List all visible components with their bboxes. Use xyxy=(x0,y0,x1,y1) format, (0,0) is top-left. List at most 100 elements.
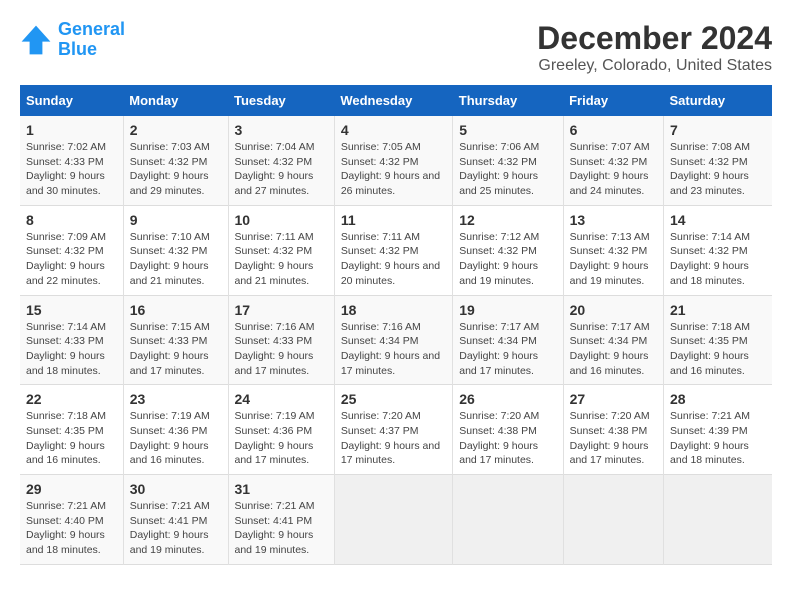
day-number: 17 xyxy=(235,302,328,318)
logo-icon xyxy=(20,24,52,56)
day-number: 30 xyxy=(130,481,222,497)
calendar-week-2: 8 Sunrise: 7:09 AMSunset: 4:32 PMDaylight… xyxy=(20,205,772,295)
calendar-cell: 3Sunrise: 7:04 AMSunset: 4:32 PMDaylight… xyxy=(228,116,334,205)
calendar-cell: 21 Sunrise: 7:18 AMSunset: 4:35 PMDayligh… xyxy=(664,295,772,385)
calendar-cell: 8 Sunrise: 7:09 AMSunset: 4:32 PMDaylight… xyxy=(20,205,123,295)
day-number: 24 xyxy=(235,391,328,407)
day-info: Sunrise: 7:14 AMSunset: 4:33 PMDaylight:… xyxy=(26,320,117,379)
day-number: 3 xyxy=(235,122,328,138)
day-info: Sunrise: 7:16 AMSunset: 4:33 PMDaylight:… xyxy=(235,320,328,379)
calendar-week-3: 15Sunrise: 7:14 AMSunset: 4:33 PMDayligh… xyxy=(20,295,772,385)
calendar-body: 1 Sunrise: 7:02 AMSunset: 4:33 PMDaylight… xyxy=(20,116,772,564)
calendar-cell: 4 Sunrise: 7:05 AMSunset: 4:32 PMDaylight… xyxy=(334,116,452,205)
calendar-cell: 15Sunrise: 7:14 AMSunset: 4:33 PMDayligh… xyxy=(20,295,123,385)
calendar-cell xyxy=(334,475,452,565)
calendar-cell: 18Sunrise: 7:16 AMSunset: 4:34 PMDayligh… xyxy=(334,295,452,385)
calendar-cell xyxy=(453,475,563,565)
day-number: 27 xyxy=(570,391,657,407)
day-number: 9 xyxy=(130,212,222,228)
logo: General Blue xyxy=(20,20,125,60)
header-saturday: Saturday xyxy=(664,85,772,116)
day-number: 26 xyxy=(459,391,556,407)
day-info: Sunrise: 7:10 AMSunset: 4:32 PMDaylight:… xyxy=(130,230,222,289)
day-number: 21 xyxy=(670,302,766,318)
day-info: Sunrise: 7:18 AMSunset: 4:35 PMDaylight:… xyxy=(26,409,117,468)
subtitle: Greeley, Colorado, United States xyxy=(537,57,772,75)
day-info: Sunrise: 7:20 AMSunset: 4:38 PMDaylight:… xyxy=(459,409,556,468)
day-number: 8 xyxy=(26,212,117,228)
header-monday: Monday xyxy=(123,85,228,116)
day-number: 6 xyxy=(570,122,657,138)
day-info: Sunrise: 7:12 AMSunset: 4:32 PMDaylight:… xyxy=(459,230,556,289)
calendar-cell: 28Sunrise: 7:21 AMSunset: 4:39 PMDayligh… xyxy=(664,385,772,475)
calendar-cell: 1 Sunrise: 7:02 AMSunset: 4:33 PMDaylight… xyxy=(20,116,123,205)
day-info: Sunrise: 7:11 AMSunset: 4:32 PMDaylight:… xyxy=(341,230,446,289)
day-info: Sunrise: 7:03 AMSunset: 4:32 PMDaylight:… xyxy=(130,140,222,199)
day-number: 4 xyxy=(341,122,446,138)
day-info: Sunrise: 7:18 AMSunset: 4:35 PMDaylight:… xyxy=(670,320,766,379)
day-info: Sunrise: 7:14 AMSunset: 4:32 PMDaylight:… xyxy=(670,230,766,289)
calendar-cell: 13 Sunrise: 7:13 AMSunset: 4:32 PMDayligh… xyxy=(563,205,663,295)
calendar-cell: 10 Sunrise: 7:11 AMSunset: 4:32 PMDayligh… xyxy=(228,205,334,295)
calendar-cell: 2 Sunrise: 7:03 AMSunset: 4:32 PMDaylight… xyxy=(123,116,228,205)
header-sunday: Sunday xyxy=(20,85,123,116)
day-info: Sunrise: 7:17 AMSunset: 4:34 PMDaylight:… xyxy=(570,320,657,379)
main-title: December 2024 xyxy=(537,20,772,57)
day-info: Sunrise: 7:07 AMSunset: 4:32 PMDaylight:… xyxy=(570,140,657,199)
calendar-cell: 23 Sunrise: 7:19 AMSunset: 4:36 PMDayligh… xyxy=(123,385,228,475)
day-number: 13 xyxy=(570,212,657,228)
logo-text: General Blue xyxy=(58,20,125,60)
calendar-cell: 30 Sunrise: 7:21 AMSunset: 4:41 PMDayligh… xyxy=(123,475,228,565)
day-info: Sunrise: 7:08 AMSunset: 4:32 PMDaylight:… xyxy=(670,140,766,199)
calendar-cell: 22 Sunrise: 7:18 AMSunset: 4:35 PMDayligh… xyxy=(20,385,123,475)
day-info: Sunrise: 7:19 AMSunset: 4:36 PMDaylight:… xyxy=(130,409,222,468)
header-tuesday: Tuesday xyxy=(228,85,334,116)
day-number: 31 xyxy=(235,481,328,497)
header-wednesday: Wednesday xyxy=(334,85,452,116)
calendar-cell: 6 Sunrise: 7:07 AMSunset: 4:32 PMDaylight… xyxy=(563,116,663,205)
day-number: 2 xyxy=(130,122,222,138)
day-number: 12 xyxy=(459,212,556,228)
day-number: 16 xyxy=(130,302,222,318)
day-number: 18 xyxy=(341,302,446,318)
day-info: Sunrise: 7:21 AMSunset: 4:40 PMDaylight:… xyxy=(26,499,117,558)
day-number: 25 xyxy=(341,391,446,407)
calendar-week-1: 1 Sunrise: 7:02 AMSunset: 4:33 PMDaylight… xyxy=(20,116,772,205)
calendar-week-4: 22 Sunrise: 7:18 AMSunset: 4:35 PMDayligh… xyxy=(20,385,772,475)
calendar-cell: 24 Sunrise: 7:19 AMSunset: 4:36 PMDayligh… xyxy=(228,385,334,475)
title-section: December 2024 Greeley, Colorado, United … xyxy=(537,20,772,75)
day-info: Sunrise: 7:21 AMSunset: 4:41 PMDaylight:… xyxy=(235,499,328,558)
calendar-cell: 19Sunrise: 7:17 AMSunset: 4:34 PMDayligh… xyxy=(453,295,563,385)
day-info: Sunrise: 7:02 AMSunset: 4:33 PMDaylight:… xyxy=(26,140,117,199)
day-info: Sunrise: 7:21 AMSunset: 4:41 PMDaylight:… xyxy=(130,499,222,558)
day-info: Sunrise: 7:20 AMSunset: 4:38 PMDaylight:… xyxy=(570,409,657,468)
day-number: 23 xyxy=(130,391,222,407)
day-number: 10 xyxy=(235,212,328,228)
calendar-table: Sunday Monday Tuesday Wednesday Thursday… xyxy=(20,85,772,565)
calendar-cell: 12 Sunrise: 7:12 AMSunset: 4:32 PMDayligh… xyxy=(453,205,563,295)
calendar-header: Sunday Monday Tuesday Wednesday Thursday… xyxy=(20,85,772,116)
day-info: Sunrise: 7:20 AMSunset: 4:37 PMDaylight:… xyxy=(341,409,446,468)
day-info: Sunrise: 7:13 AMSunset: 4:32 PMDaylight:… xyxy=(570,230,657,289)
day-info: Sunrise: 7:15 AMSunset: 4:33 PMDaylight:… xyxy=(130,320,222,379)
day-info: Sunrise: 7:11 AMSunset: 4:32 PMDaylight:… xyxy=(235,230,328,289)
header-friday: Friday xyxy=(563,85,663,116)
day-number: 14 xyxy=(670,212,766,228)
calendar-cell: 11Sunrise: 7:11 AMSunset: 4:32 PMDayligh… xyxy=(334,205,452,295)
day-number: 28 xyxy=(670,391,766,407)
day-number: 7 xyxy=(670,122,766,138)
calendar-cell: 14 Sunrise: 7:14 AMSunset: 4:32 PMDayligh… xyxy=(664,205,772,295)
day-number: 1 xyxy=(26,122,117,138)
day-number: 20 xyxy=(570,302,657,318)
calendar-week-5: 29Sunrise: 7:21 AMSunset: 4:40 PMDayligh… xyxy=(20,475,772,565)
calendar-cell: 20 Sunrise: 7:17 AMSunset: 4:34 PMDayligh… xyxy=(563,295,663,385)
calendar-cell: 9 Sunrise: 7:10 AMSunset: 4:32 PMDaylight… xyxy=(123,205,228,295)
calendar-cell: 16 Sunrise: 7:15 AMSunset: 4:33 PMDayligh… xyxy=(123,295,228,385)
calendar-cell xyxy=(563,475,663,565)
day-number: 22 xyxy=(26,391,117,407)
calendar-cell: 29Sunrise: 7:21 AMSunset: 4:40 PMDayligh… xyxy=(20,475,123,565)
day-info: Sunrise: 7:05 AMSunset: 4:32 PMDaylight:… xyxy=(341,140,446,199)
day-info: Sunrise: 7:19 AMSunset: 4:36 PMDaylight:… xyxy=(235,409,328,468)
day-info: Sunrise: 7:09 AMSunset: 4:32 PMDaylight:… xyxy=(26,230,117,289)
header-row: Sunday Monday Tuesday Wednesday Thursday… xyxy=(20,85,772,116)
